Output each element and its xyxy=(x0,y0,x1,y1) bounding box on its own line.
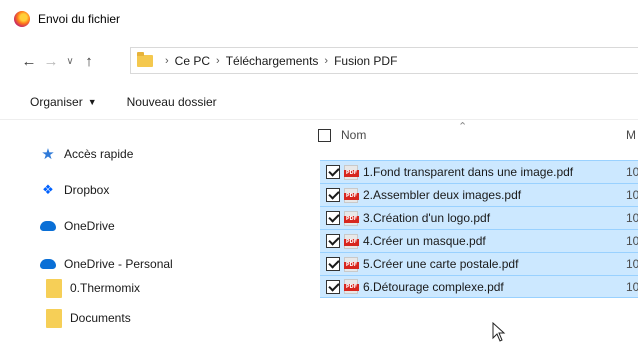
navigation-pane: ★ Accès rapide ❖ Dropbox OneDrive OneDri… xyxy=(0,120,305,345)
folder-icon xyxy=(137,51,153,67)
row-checkbox[interactable] xyxy=(326,211,340,225)
sidebar-item-quick-access[interactable]: ★ Accès rapide xyxy=(40,146,134,163)
star-icon: ★ xyxy=(41,146,55,163)
address-bar: ← → ∨ ↑ › Ce PC › Téléchargements › Fusi… xyxy=(0,38,638,84)
file-row[interactable]: PDF 3.Création d'un logo.pdf 10 xyxy=(320,206,638,229)
row-checkbox[interactable] xyxy=(326,279,340,294)
cloud-icon xyxy=(40,219,56,233)
file-name: 5.Créer une carte postale.pdf xyxy=(363,257,519,271)
folder-icon xyxy=(46,308,62,328)
crumb-this-pc[interactable]: Ce PC xyxy=(175,54,210,68)
file-modified: 10 xyxy=(626,257,638,271)
pdf-icon: PDF xyxy=(344,164,359,180)
file-name: 6.Détourage complexe.pdf xyxy=(363,279,504,294)
back-arrow-icon[interactable]: ← xyxy=(18,50,40,72)
mouse-pointer-icon xyxy=(492,322,506,342)
dropbox-icon: ❖ xyxy=(42,182,54,197)
row-checkbox[interactable] xyxy=(326,188,340,202)
chevron-down-icon[interactable]: ∨ xyxy=(62,50,78,72)
file-row[interactable]: PDF 4.Créer un masque.pdf 10 xyxy=(320,229,638,252)
file-row[interactable]: PDF 2.Assembler deux images.pdf 10 xyxy=(320,183,638,206)
new-folder-label: Nouveau dossier xyxy=(126,94,217,109)
crumb-separator: › xyxy=(216,54,220,67)
column-header-name[interactable]: Nom xyxy=(341,128,366,142)
row-checkbox[interactable] xyxy=(326,257,340,271)
sidebar-item-label: Accès rapide xyxy=(64,147,134,161)
address-box[interactable]: › Ce PC › Téléchargements › Fusion PDF xyxy=(130,47,638,74)
file-list: Nom ⌃ M PDF 1.Fond transparent dans une … xyxy=(308,120,638,345)
file-name: 4.Créer un masque.pdf xyxy=(363,234,486,248)
crumb-separator: › xyxy=(165,54,169,67)
organize-label: Organiser xyxy=(30,94,83,109)
file-modified: 10 xyxy=(626,211,638,225)
folder-icon xyxy=(46,278,62,298)
sidebar-item-onedrive-personal[interactable]: OneDrive - Personal xyxy=(40,257,173,271)
organize-button[interactable]: Organiser ▼ xyxy=(30,95,97,109)
title-bar: Envoi du fichier xyxy=(0,0,638,38)
file-name: 3.Création d'un logo.pdf xyxy=(363,211,491,225)
file-name: 1.Fond transparent dans une image.pdf xyxy=(363,165,574,179)
sidebar-item-dropbox[interactable]: ❖ Dropbox xyxy=(40,182,110,197)
sidebar-item-thermomix[interactable]: 0.Thermomix xyxy=(46,278,141,298)
file-row[interactable]: PDF 6.Détourage complexe.pdf 10 xyxy=(320,275,638,298)
pdf-icon: PDF xyxy=(344,233,359,249)
forward-arrow-icon[interactable]: → xyxy=(40,50,62,72)
pdf-icon: PDF xyxy=(344,279,359,294)
row-checkbox[interactable] xyxy=(326,234,340,248)
command-toolbar: Organiser ▼ Nouveau dossier xyxy=(0,84,638,120)
sidebar-item-label: OneDrive xyxy=(64,219,115,233)
column-header-modified[interactable]: M xyxy=(626,128,636,142)
cloud-icon xyxy=(40,257,56,271)
sidebar-item-label: Dropbox xyxy=(64,183,110,197)
crumb-fusion-pdf[interactable]: Fusion PDF xyxy=(334,54,397,68)
crumb-separator: › xyxy=(324,54,329,67)
firefox-icon xyxy=(14,11,30,27)
file-modified: 10 xyxy=(626,279,638,294)
pdf-icon: PDF xyxy=(344,210,359,226)
sort-ascending-icon: ⌃ xyxy=(458,121,468,133)
row-checkbox[interactable] xyxy=(326,165,340,179)
sidebar-item-onedrive[interactable]: OneDrive xyxy=(40,219,115,233)
sidebar-item-documents[interactable]: Documents xyxy=(46,308,131,328)
column-header: Nom ⌃ M xyxy=(308,120,638,150)
sidebar-item-label: OneDrive - Personal xyxy=(64,257,173,271)
crumb-downloads[interactable]: Téléchargements xyxy=(226,54,319,68)
sidebar-item-label: 0.Thermomix xyxy=(70,281,141,295)
file-name: 2.Assembler deux images.pdf xyxy=(363,188,522,202)
file-modified: 10 xyxy=(626,165,638,179)
pdf-icon: PDF xyxy=(344,256,359,272)
new-folder-button[interactable]: Nouveau dossier xyxy=(127,95,217,109)
file-row[interactable]: PDF 1.Fond transparent dans une image.pd… xyxy=(320,160,638,183)
sidebar-item-label: Documents xyxy=(70,311,131,325)
select-all-checkbox[interactable] xyxy=(318,128,331,142)
file-row[interactable]: PDF 5.Créer une carte postale.pdf 10 xyxy=(320,252,638,275)
up-arrow-icon[interactable]: ↑ xyxy=(78,50,100,72)
pdf-icon: PDF xyxy=(344,187,359,203)
window-title: Envoi du fichier xyxy=(38,12,121,26)
caret-down-icon: ▼ xyxy=(87,96,97,107)
file-modified: 10 xyxy=(626,234,638,248)
file-modified: 10 xyxy=(626,188,638,202)
